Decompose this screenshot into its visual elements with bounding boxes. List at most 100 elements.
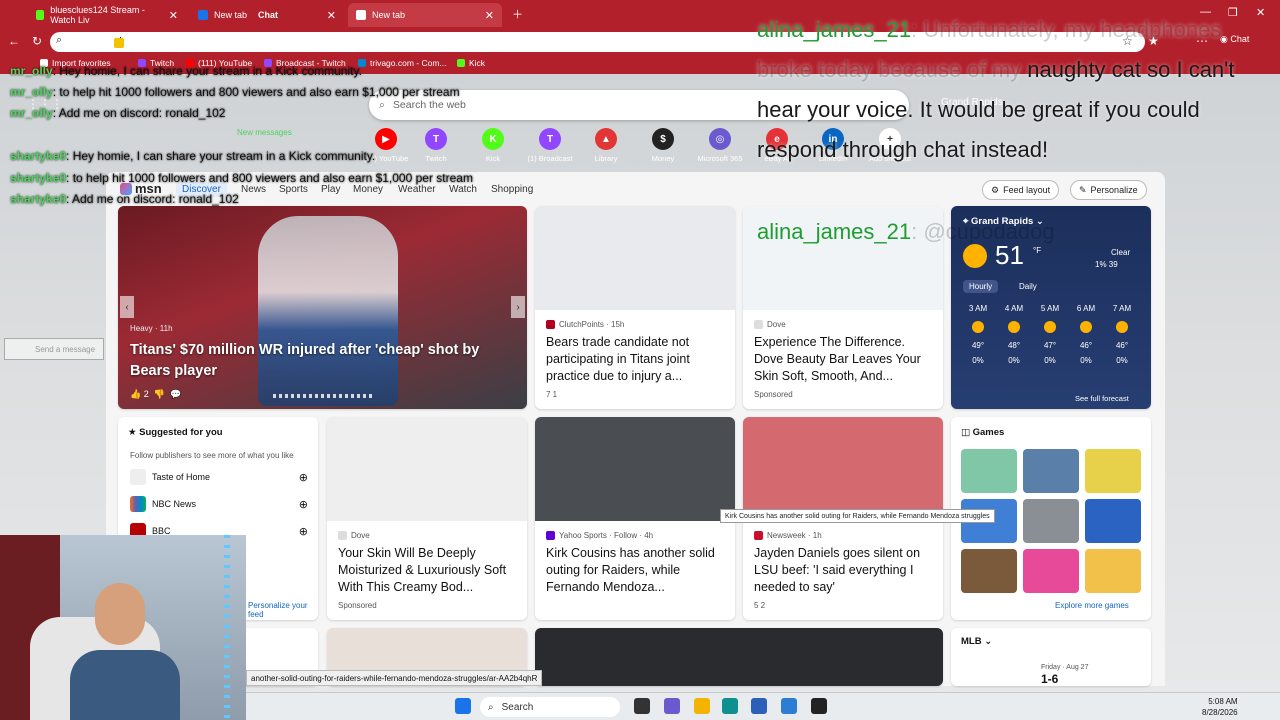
game-tile[interactable] (961, 449, 1017, 493)
refresh-icon[interactable]: ↻ (32, 34, 42, 48)
carousel-indicator[interactable] (273, 394, 373, 398)
chat-username: alina_james_21 (757, 17, 912, 42)
tab-chat[interactable]: Chat (250, 3, 330, 27)
feed-layout-button[interactable]: ⚙ Feed layout (982, 180, 1060, 200)
card-title[interactable]: Bears trade candidate not participating … (546, 334, 726, 385)
news-card[interactable]: Yahoo Sports · Follow · 4h Kirk Cousins h… (535, 417, 735, 620)
card-source: Dove (338, 531, 370, 540)
windows-start-icon[interactable] (455, 698, 471, 714)
close-icon[interactable]: ✕ (169, 9, 178, 22)
edge-icon (198, 10, 208, 20)
hour-time: 5 AM (1040, 304, 1060, 313)
game-tile[interactable] (1085, 449, 1141, 493)
shortcut-5[interactable]: $ Money (633, 128, 693, 163)
follow-plus-icon[interactable]: ⊕ (299, 498, 308, 511)
news-card[interactable]: ClutchPoints · 15h Bears trade candidate … (535, 206, 735, 409)
tab-shopping[interactable]: Shopping (491, 184, 533, 195)
shortcut-3[interactable]: T (1) Broadcast (520, 128, 580, 163)
shortcut-4[interactable]: ▲ Library (576, 128, 636, 163)
card-thumbnail (535, 417, 735, 521)
layout-icon: ⚙ (991, 184, 1000, 195)
follow-plus-icon[interactable]: ⊕ (299, 525, 308, 538)
suggested-subtitle: Follow publishers to see more of what yo… (130, 451, 294, 460)
tab-sports[interactable]: Sports (279, 184, 308, 195)
tab-money[interactable]: Money (353, 184, 383, 195)
card-title[interactable]: Kirk Cousins has another solid outing fo… (546, 545, 726, 596)
card-title[interactable]: Jayden Daniels goes silent on LSU beef: … (754, 545, 934, 596)
hourly-forecast-column: 5 AM 47° 0% (1033, 304, 1067, 371)
hour-temp: 49° (971, 341, 985, 350)
edit-icon: ✎ (1079, 184, 1087, 195)
see-full-forecast-link[interactable]: See full forecast (1075, 394, 1129, 403)
favorite-kick[interactable]: Kick (457, 58, 485, 68)
card-source: Dove (754, 320, 786, 329)
news-card[interactable]: Dove Your Skin Will Be Deeply Moisturized… (327, 417, 527, 620)
search-icon: ⌕ (56, 34, 63, 46)
shortcut-label: Microsoft 365 (697, 154, 743, 163)
carousel-prev-icon[interactable]: ‹ (120, 296, 134, 318)
chat-username: mr_olly (10, 106, 53, 120)
favorite-trivago[interactable]: trivago.com - Com... (358, 58, 447, 68)
hero-reactions[interactable]: 👍 2 👎 💬 (130, 389, 181, 400)
edge-icon (356, 10, 366, 20)
card-footer: Sponsored (754, 390, 793, 399)
shortcut-1[interactable]: T Twitch (406, 128, 466, 163)
game-tile[interactable] (1085, 549, 1141, 593)
tab-watch[interactable]: Watch (449, 184, 477, 195)
tab-weather[interactable]: Weather (398, 184, 436, 195)
tooltip: Kirk Cousins has another solid outing fo… (720, 509, 995, 523)
personalize-button[interactable]: ✎ Personalize (1070, 180, 1147, 200)
tab-play[interactable]: Play (321, 184, 340, 195)
file-explorer-icon[interactable] (694, 698, 710, 714)
hourly-forecast-column: 6 AM 46° 0% (1069, 304, 1103, 371)
outlook-icon[interactable] (781, 698, 797, 714)
back-icon[interactable]: ← (8, 34, 20, 48)
close-icon[interactable]: ✕ (485, 9, 494, 22)
task-view-icon[interactable] (634, 698, 650, 714)
card-title[interactable]: Experience The Difference. Dove Beauty B… (754, 334, 934, 385)
publisher-taste-of-home[interactable]: Taste of Home ⊕ (130, 469, 308, 485)
shortcut-6[interactable]: ◎ Microsoft 365 (690, 128, 750, 163)
tab-new-tab-active[interactable]: New tab ✕ (348, 3, 502, 27)
store-icon[interactable] (751, 698, 767, 714)
new-messages-indicator[interactable]: New messages (237, 128, 292, 137)
obs-icon[interactable] (811, 698, 827, 714)
hour-time: 3 AM (968, 304, 988, 313)
game-tile[interactable] (1023, 449, 1079, 493)
kick-icon (36, 10, 45, 20)
hourly-forecast-column: 3 AM 49° 0% (961, 304, 995, 371)
new-tab-icon[interactable]: ＋ (512, 6, 523, 22)
game-tile[interactable] (1023, 499, 1079, 543)
mlb-card[interactable]: MLB ⌄ Friday · Aug 27 1-6 (951, 628, 1151, 686)
follow-plus-icon[interactable]: ⊕ (299, 471, 308, 484)
publisher-nbc-news[interactable]: NBC News ⊕ (130, 496, 308, 512)
chat-text: : Add me on discord: ronald_102 (52, 106, 226, 120)
explore-more-games-link[interactable]: Explore more games (1055, 601, 1129, 610)
tab-hourly[interactable]: Hourly (963, 280, 999, 293)
send-message-input[interactable]: Send a message (4, 338, 104, 360)
personalize-feed-link[interactable]: Personalize your feed (248, 601, 318, 619)
game-tile[interactable] (1023, 549, 1079, 593)
tab-kick-stream[interactable]: bluesclues124 Stream - Watch Liv ✕ (28, 3, 186, 27)
edge-icon[interactable] (722, 698, 738, 714)
shortcut-icon: $ (652, 128, 674, 150)
gift-sub-banner[interactable]: Gift 1 sub to take 1st (114, 38, 212, 48)
taskbar-search[interactable]: ⌕ Search (480, 697, 620, 717)
publisher-logo (546, 320, 555, 329)
taskbar-clock[interactable]: 5:08 AM 8/28/2026 (1202, 696, 1238, 718)
copilot-icon[interactable] (664, 698, 680, 714)
game-tile[interactable] (961, 549, 1017, 593)
tab-daily[interactable]: Daily (1013, 280, 1043, 293)
shortcut-label: Library (594, 154, 618, 163)
shortcut-2[interactable]: K Kick (463, 128, 523, 163)
carousel-next-icon[interactable]: › (511, 296, 525, 318)
hero-title[interactable]: Titans' $70 million WR injured after 'ch… (130, 340, 510, 382)
partial-video-card[interactable] (535, 628, 943, 686)
card-title[interactable]: Your Skin Will Be Deeply Moisturized & L… (338, 545, 518, 596)
hero-news-card[interactable]: ‹ › Heavy · 11h Titans' $70 million WR i… (118, 206, 527, 409)
chat-overlay-message-2: alina_james_21: @cupodadog (757, 212, 1277, 252)
tab-news[interactable]: News (241, 184, 266, 195)
chat-text: : to help hit 1000 followers and 800 vie… (52, 85, 460, 99)
game-tile[interactable] (1085, 499, 1141, 543)
hour-precip: 0% (1116, 356, 1128, 365)
